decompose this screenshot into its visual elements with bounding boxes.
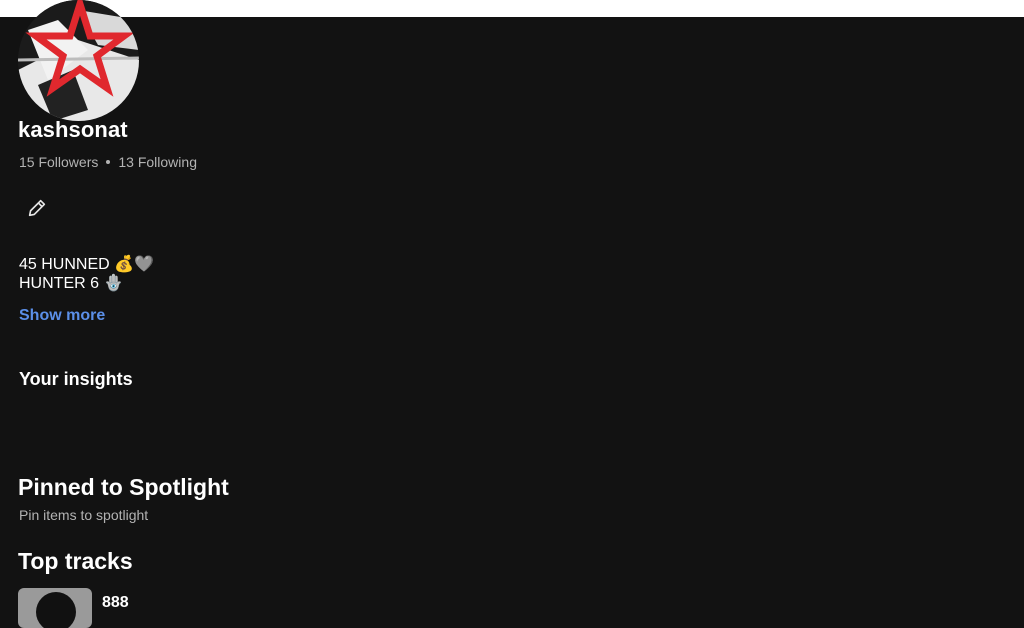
profile-page: kashsonat 15 Followers 13 Following 45 H… bbox=[0, 0, 1024, 628]
follow-stats: 15 Followers 13 Following bbox=[19, 154, 197, 170]
followers-count[interactable]: 15 Followers bbox=[19, 154, 98, 170]
pinned-section-title: Pinned to Spotlight bbox=[18, 474, 229, 500]
track-row[interactable]: 888 bbox=[18, 588, 418, 628]
edit-profile-button[interactable] bbox=[20, 191, 54, 225]
bio-line-1-text: 45 HUNNED bbox=[19, 256, 110, 273]
avatar-star-image bbox=[18, 0, 139, 121]
your-insights-link[interactable]: Your insights bbox=[19, 369, 133, 390]
profile-username: kashsonat bbox=[18, 117, 128, 142]
pencil-icon bbox=[28, 199, 46, 217]
bio-line-1: 45 HUNNED 💰🩶 bbox=[19, 255, 154, 274]
show-more-link[interactable]: Show more bbox=[19, 307, 105, 325]
track-thumbnail bbox=[18, 588, 92, 628]
track-title: 888 bbox=[102, 594, 129, 611]
bio-line-2: HUNTER 6 🪬 bbox=[19, 274, 154, 293]
pinned-section-subtitle: Pin items to spotlight bbox=[19, 507, 149, 523]
following-count[interactable]: 13 Following bbox=[118, 154, 197, 170]
bio-line-2-text: HUNTER 6 bbox=[19, 275, 100, 292]
profile-avatar[interactable] bbox=[18, 0, 139, 121]
top-status-bar bbox=[0, 0, 1024, 17]
bio-line-2-emoji: 🪬 bbox=[103, 275, 124, 292]
top-tracks-title: Top tracks bbox=[18, 548, 133, 574]
track-thumbnail-figure bbox=[36, 592, 76, 628]
separator-dot bbox=[106, 160, 111, 164]
bio-line-1-emojis: 💰🩶 bbox=[114, 256, 154, 273]
profile-bio: 45 HUNNED 💰🩶 HUNTER 6 🪬 bbox=[19, 255, 154, 293]
